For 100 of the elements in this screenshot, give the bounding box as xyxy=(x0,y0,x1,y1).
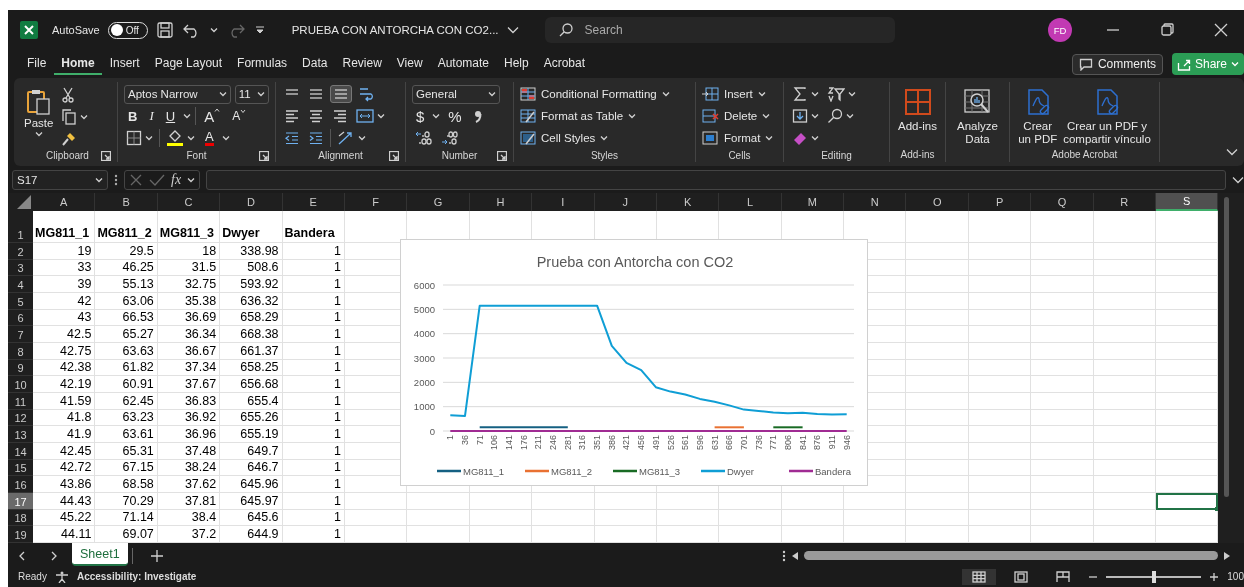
column-header[interactable]: Q xyxy=(1031,193,1094,211)
row-header[interactable]: 16 xyxy=(8,476,33,493)
caret-icon[interactable] xyxy=(377,113,385,119)
caret-icon[interactable] xyxy=(221,135,230,141)
column-header[interactable]: C xyxy=(157,193,221,211)
sheet-tab[interactable]: Sheet1 xyxy=(72,541,128,566)
font-name-dropdown[interactable]: Aptos Narrow xyxy=(124,84,231,104)
name-box[interactable]: S17 xyxy=(12,169,108,190)
collapse-ribbon-icon[interactable] xyxy=(1226,148,1238,156)
column-header[interactable]: F xyxy=(344,193,408,211)
zoom-in-icon[interactable] xyxy=(1209,571,1220,582)
row-header[interactable]: 4 xyxy=(8,276,33,293)
caret-icon[interactable] xyxy=(95,176,103,183)
sort-filter-button[interactable] xyxy=(825,85,858,103)
row-header[interactable]: 13 xyxy=(8,426,33,443)
vertical-scrollbar[interactable] xyxy=(1218,193,1244,543)
column-header[interactable]: O xyxy=(906,193,969,211)
ribbon-tab[interactable]: Page Layout xyxy=(147,53,230,75)
caret-icon[interactable] xyxy=(600,135,609,141)
cancel-icon[interactable] xyxy=(129,172,143,187)
bottom-align-button[interactable] xyxy=(330,85,352,103)
caret-icon[interactable] xyxy=(765,135,774,141)
caret-icon[interactable] xyxy=(811,135,819,141)
dialog-launcher-icon[interactable] xyxy=(259,151,269,161)
analyze-data-button[interactable]: Analyze Data xyxy=(957,84,998,146)
caret-icon[interactable] xyxy=(209,27,218,33)
row-header[interactable]: 10 xyxy=(8,376,33,393)
more-options-icon[interactable] xyxy=(114,173,118,186)
insert-function-button[interactable]: fx xyxy=(171,171,182,188)
column-header[interactable]: H xyxy=(469,193,533,211)
currency-button[interactable]: $ xyxy=(412,107,429,125)
font-size-dropdown[interactable]: 11 xyxy=(234,84,269,104)
column-header[interactable]: K xyxy=(656,193,720,211)
merge-center-button[interactable] xyxy=(354,108,387,124)
caret-icon[interactable] xyxy=(757,91,766,97)
ribbon-tab[interactable]: Insert xyxy=(102,53,147,75)
caret-icon[interactable] xyxy=(187,135,195,141)
fill-button[interactable] xyxy=(790,107,821,125)
add-ins-button[interactable]: Add-ins xyxy=(898,84,937,146)
column-header[interactable]: I xyxy=(532,193,595,211)
bold-button[interactable]: B xyxy=(124,108,142,124)
normal-view-button[interactable] xyxy=(962,568,997,585)
more-options-icon[interactable] xyxy=(782,549,786,562)
italic-button[interactable]: I xyxy=(145,108,158,124)
ribbon-command[interactable]: Conditional Formatting xyxy=(520,87,670,101)
ribbon-command[interactable]: Format as Table xyxy=(520,109,637,123)
dialog-launcher-icon[interactable] xyxy=(497,151,507,161)
search-field[interactable]: Search xyxy=(544,17,895,43)
caret-icon[interactable] xyxy=(218,91,227,97)
horizontal-scrollbar[interactable] xyxy=(804,551,1218,560)
percent-button[interactable]: % xyxy=(444,107,466,125)
document-title[interactable]: PRUEBA CON ANTORCHA CON CO2... xyxy=(291,24,519,36)
dialog-launcher-icon[interactable] xyxy=(389,151,399,161)
ribbon-tab[interactable]: File xyxy=(20,53,54,75)
accessibility-status[interactable]: Accessibility: Investigate xyxy=(76,571,197,582)
expand-formula-icon[interactable] xyxy=(1232,175,1244,184)
accessibility-icon[interactable] xyxy=(54,570,69,583)
ribbon-command[interactable]: Delete xyxy=(702,109,771,123)
caret-icon[interactable] xyxy=(846,113,854,119)
ribbon-tab[interactable]: Automate xyxy=(430,53,496,75)
ribbon-tab[interactable]: Formulas xyxy=(230,53,295,75)
comments-button[interactable]: Comments xyxy=(1071,53,1163,75)
chevron-down-icon[interactable] xyxy=(506,26,519,34)
ribbon-tab[interactable]: View xyxy=(389,53,430,75)
ribbon-command[interactable]: Cell Styles xyxy=(520,131,609,145)
row-header[interactable]: 1 xyxy=(8,211,33,243)
caret-icon[interactable] xyxy=(187,176,196,183)
shrink-font-button[interactable]: A xyxy=(228,109,251,123)
ribbon-tab[interactable]: Help xyxy=(497,53,536,75)
ribbon-tab[interactable]: Acrobat xyxy=(536,53,593,75)
caret-icon[interactable] xyxy=(661,91,670,97)
account-avatar[interactable]: FD xyxy=(1048,18,1072,42)
row-header[interactable]: 2 xyxy=(8,243,33,260)
caret-icon[interactable] xyxy=(762,113,771,119)
column-header[interactable]: A xyxy=(33,193,96,211)
ribbon-tab[interactable]: Home xyxy=(54,53,102,75)
scroll-right-icon[interactable] xyxy=(1222,550,1232,561)
row-header[interactable]: 19 xyxy=(8,526,33,543)
caret-icon[interactable] xyxy=(358,135,366,141)
column-header[interactable]: M xyxy=(781,193,845,211)
borders-button[interactable] xyxy=(124,129,155,147)
column-header[interactable]: D xyxy=(220,193,283,211)
acrobat-command-button[interactable]: Crear un PDF xyxy=(1018,84,1058,146)
underline-button[interactable]: U xyxy=(161,108,180,124)
acrobat-command-button[interactable]: Crear un PDF y compartir vínculo xyxy=(1063,84,1151,146)
ribbon-tab[interactable]: Review xyxy=(335,53,389,75)
caret-icon[interactable] xyxy=(848,91,856,97)
paste-button[interactable]: Paste xyxy=(24,84,54,148)
column-header[interactable]: L xyxy=(719,193,782,211)
ribbon-tab[interactable]: Data xyxy=(295,53,335,75)
enter-check-icon[interactable] xyxy=(149,172,165,187)
row-header[interactable]: 7 xyxy=(8,326,33,343)
column-header[interactable]: R xyxy=(1093,193,1157,211)
column-header[interactable]: N xyxy=(844,193,907,211)
zoom-level[interactable]: 100 xyxy=(1227,571,1244,582)
caret-icon[interactable] xyxy=(811,113,819,119)
caret-icon[interactable] xyxy=(811,91,819,97)
formula-input[interactable] xyxy=(206,169,1226,190)
selected-cell[interactable] xyxy=(1156,492,1219,510)
grow-font-button[interactable]: A xyxy=(200,107,225,125)
